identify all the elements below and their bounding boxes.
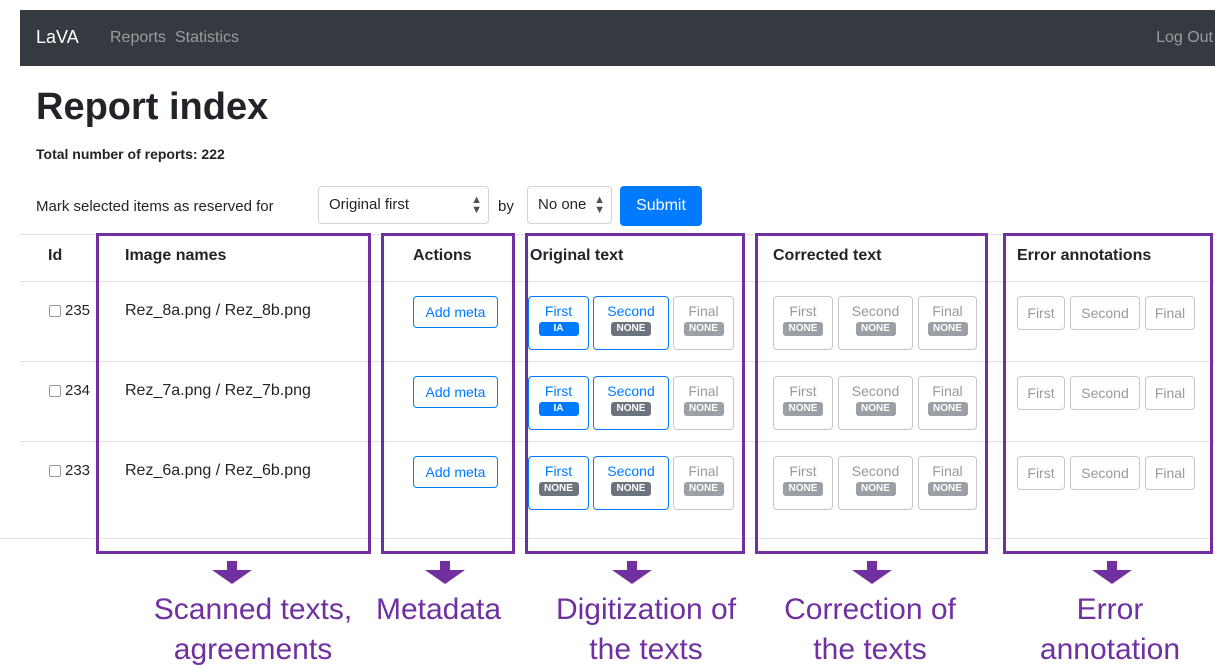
highlight-original-text (525, 233, 745, 554)
mark-label: Mark selected items as reserved for (36, 198, 274, 215)
user-select-value: No one (538, 196, 587, 213)
submit-button[interactable]: Submit (620, 186, 702, 226)
caption-digitization: Digitization of the texts (555, 593, 737, 666)
row-checkbox[interactable] (49, 465, 61, 478)
select-caret-icon: ▲ ▼ (471, 194, 482, 216)
brand-logo[interactable]: LaVA (36, 27, 79, 48)
total-reports: Total number of reports: 222 (36, 146, 225, 162)
nav-link-reports[interactable]: Reports (110, 29, 166, 47)
row-checkbox[interactable] (49, 305, 61, 318)
navbar: LaVA Reports Statistics Log Out (20, 10, 1215, 66)
row-id: 233 (49, 462, 90, 479)
role-select[interactable]: Original first ▲ ▼ (318, 186, 489, 224)
by-label: by (498, 198, 514, 215)
logout-link[interactable]: Log Out (1156, 29, 1213, 47)
nav-link-statistics[interactable]: Statistics (175, 29, 239, 47)
row-id: 234 (49, 382, 90, 399)
row-checkbox[interactable] (49, 385, 61, 398)
caption-error-annotation: Error annotation (1039, 593, 1181, 666)
highlight-actions (381, 233, 515, 554)
caption-correction: Correction of the texts (784, 593, 956, 666)
user-select[interactable]: No one ▲ ▼ (527, 186, 612, 224)
highlight-image-names (96, 233, 371, 554)
highlight-corrected-text (755, 233, 988, 554)
select-caret-icon: ▲ ▼ (594, 194, 605, 216)
page-title: Report index (36, 86, 269, 128)
caption-scanned-texts: Scanned texts, agreements (153, 593, 353, 666)
highlight-error-annotations (1003, 233, 1213, 554)
role-select-value: Original first (329, 196, 410, 213)
caption-metadata: Metadata (375, 593, 502, 626)
header-id[interactable]: Id (48, 247, 62, 265)
row-id: 235 (49, 302, 90, 319)
